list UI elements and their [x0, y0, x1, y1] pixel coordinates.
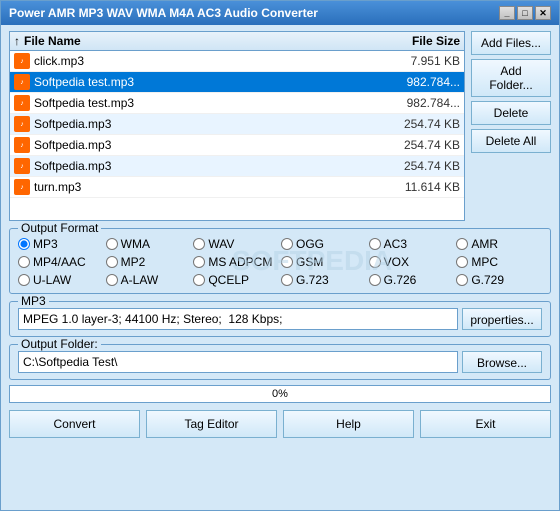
- file-size: 982.784...: [380, 75, 460, 89]
- minimize-button[interactable]: _: [499, 6, 515, 20]
- mp3-description-field[interactable]: [18, 308, 458, 330]
- file-name: Softpedia test.mp3: [34, 75, 380, 89]
- table-row[interactable]: ♪ Softpedia test.mp3982.784...: [10, 93, 464, 114]
- file-icon: ♪: [14, 53, 30, 69]
- format-g726[interactable]: G.726: [369, 273, 455, 287]
- column-filesize: File Size: [380, 34, 460, 48]
- content-area: ↑ File Name File Size ♪ click.mp37.951 KB…: [1, 25, 559, 510]
- output-format-group: Output Format SOFTPEDIA MP3 WMA WAV OGG …: [9, 228, 551, 294]
- format-g723[interactable]: G.723: [281, 273, 367, 287]
- file-icon: ♪: [14, 158, 30, 174]
- file-list[interactable]: ♪ click.mp37.951 KB ♪ Softpedia test.mp3982…: [10, 51, 464, 220]
- file-icon: ♪: [14, 95, 30, 111]
- main-area: ↑ File Name File Size ♪ click.mp37.951 KB…: [9, 31, 551, 221]
- file-name: Softpedia.mp3: [34, 117, 380, 131]
- file-size: 254.74 KB: [380, 138, 460, 152]
- file-list-header: ↑ File Name File Size: [10, 32, 464, 51]
- add-folder-button[interactable]: Add Folder...: [471, 59, 551, 97]
- output-folder-label: Output Folder:: [18, 337, 101, 351]
- maximize-button[interactable]: □: [517, 6, 533, 20]
- convert-button[interactable]: Convert: [9, 410, 140, 438]
- browse-button[interactable]: Browse...: [462, 351, 542, 373]
- tag-editor-button[interactable]: Tag Editor: [146, 410, 277, 438]
- format-wav[interactable]: WAV: [193, 237, 279, 251]
- format-g729[interactable]: G.729: [456, 273, 542, 287]
- file-icon: ♪: [14, 74, 30, 90]
- folder-row: Browse...: [18, 351, 542, 373]
- file-name: Softpedia.mp3: [34, 138, 380, 152]
- format-ulaw[interactable]: U-LAW: [18, 273, 104, 287]
- file-name: Softpedia test.mp3: [34, 96, 380, 110]
- format-ogg[interactable]: OGG: [281, 237, 367, 251]
- format-vox[interactable]: VOX: [369, 255, 455, 269]
- delete-all-button[interactable]: Delete All: [471, 129, 551, 153]
- file-name: Softpedia.mp3: [34, 159, 380, 173]
- format-msadpcm[interactable]: MS ADPCM: [193, 255, 279, 269]
- format-mp2[interactable]: MP2: [106, 255, 192, 269]
- format-mpc[interactable]: MPC: [456, 255, 542, 269]
- format-qcelp[interactable]: QCELP: [193, 273, 279, 287]
- format-alaw[interactable]: A-LAW: [106, 273, 192, 287]
- exit-button[interactable]: Exit: [420, 410, 551, 438]
- main-window: Power AMR MP3 WAV WMA M4A AC3 Audio Conv…: [0, 0, 560, 511]
- file-icon: ♪: [14, 137, 30, 153]
- file-size: 11.614 KB: [380, 180, 460, 194]
- format-gsm[interactable]: GSM: [281, 255, 367, 269]
- file-icon: ♪: [14, 179, 30, 195]
- column-filename: ↑ File Name: [14, 34, 380, 48]
- table-row[interactable]: ♪ turn.mp311.614 KB: [10, 177, 464, 198]
- close-button[interactable]: ✕: [535, 6, 551, 20]
- title-bar: Power AMR MP3 WAV WMA M4A AC3 Audio Conv…: [1, 1, 559, 25]
- sort-arrow: ↑: [14, 34, 20, 48]
- format-ac3[interactable]: AC3: [369, 237, 455, 251]
- file-list-container: ↑ File Name File Size ♪ click.mp37.951 KB…: [9, 31, 465, 221]
- output-folder-field[interactable]: [18, 351, 458, 373]
- window-title: Power AMR MP3 WAV WMA M4A AC3 Audio Conv…: [9, 6, 318, 20]
- format-mp4aac[interactable]: MP4/AAC: [18, 255, 104, 269]
- table-row[interactable]: ♪ Softpedia.mp3254.74 KB: [10, 114, 464, 135]
- delete-button[interactable]: Delete: [471, 101, 551, 125]
- table-row[interactable]: ♪ click.mp37.951 KB: [10, 51, 464, 72]
- file-icon: ♪: [14, 116, 30, 132]
- file-size: 7.951 KB: [380, 54, 460, 68]
- title-bar-controls: _ □ ✕: [499, 6, 551, 20]
- progress-text: 0%: [272, 388, 288, 400]
- format-amr[interactable]: AMR: [456, 237, 542, 251]
- output-folder-section: Output Folder: Browse...: [9, 344, 551, 380]
- table-row[interactable]: ♪ Softpedia.mp3254.74 KB: [10, 135, 464, 156]
- format-wma[interactable]: WMA: [106, 237, 192, 251]
- format-grid: MP3 WMA WAV OGG AC3 AMR MP4/AAC MP2 MS A…: [18, 237, 542, 287]
- mp3-section-label: MP3: [18, 294, 49, 308]
- table-row[interactable]: ♪ Softpedia test.mp3982.784...: [10, 72, 464, 93]
- help-button[interactable]: Help: [283, 410, 414, 438]
- format-mp3[interactable]: MP3: [18, 237, 104, 251]
- file-name: turn.mp3: [34, 180, 380, 194]
- output-format-label: Output Format: [18, 221, 101, 235]
- add-files-button[interactable]: Add Files...: [471, 31, 551, 55]
- table-row[interactable]: ♪ Softpedia.mp3254.74 KB: [10, 156, 464, 177]
- file-size: 254.74 KB: [380, 117, 460, 131]
- bottom-buttons: Convert Tag Editor Help Exit: [9, 410, 551, 438]
- file-size: 254.74 KB: [380, 159, 460, 173]
- properties-button[interactable]: properties...: [462, 308, 542, 330]
- properties-row: properties...: [18, 308, 542, 330]
- file-name: click.mp3: [34, 54, 380, 68]
- file-size: 982.784...: [380, 96, 460, 110]
- mp3-section: MP3 properties...: [9, 301, 551, 337]
- side-buttons: Add Files... Add Folder... Delete Delete…: [471, 31, 551, 221]
- progress-bar-container: 0%: [9, 385, 551, 403]
